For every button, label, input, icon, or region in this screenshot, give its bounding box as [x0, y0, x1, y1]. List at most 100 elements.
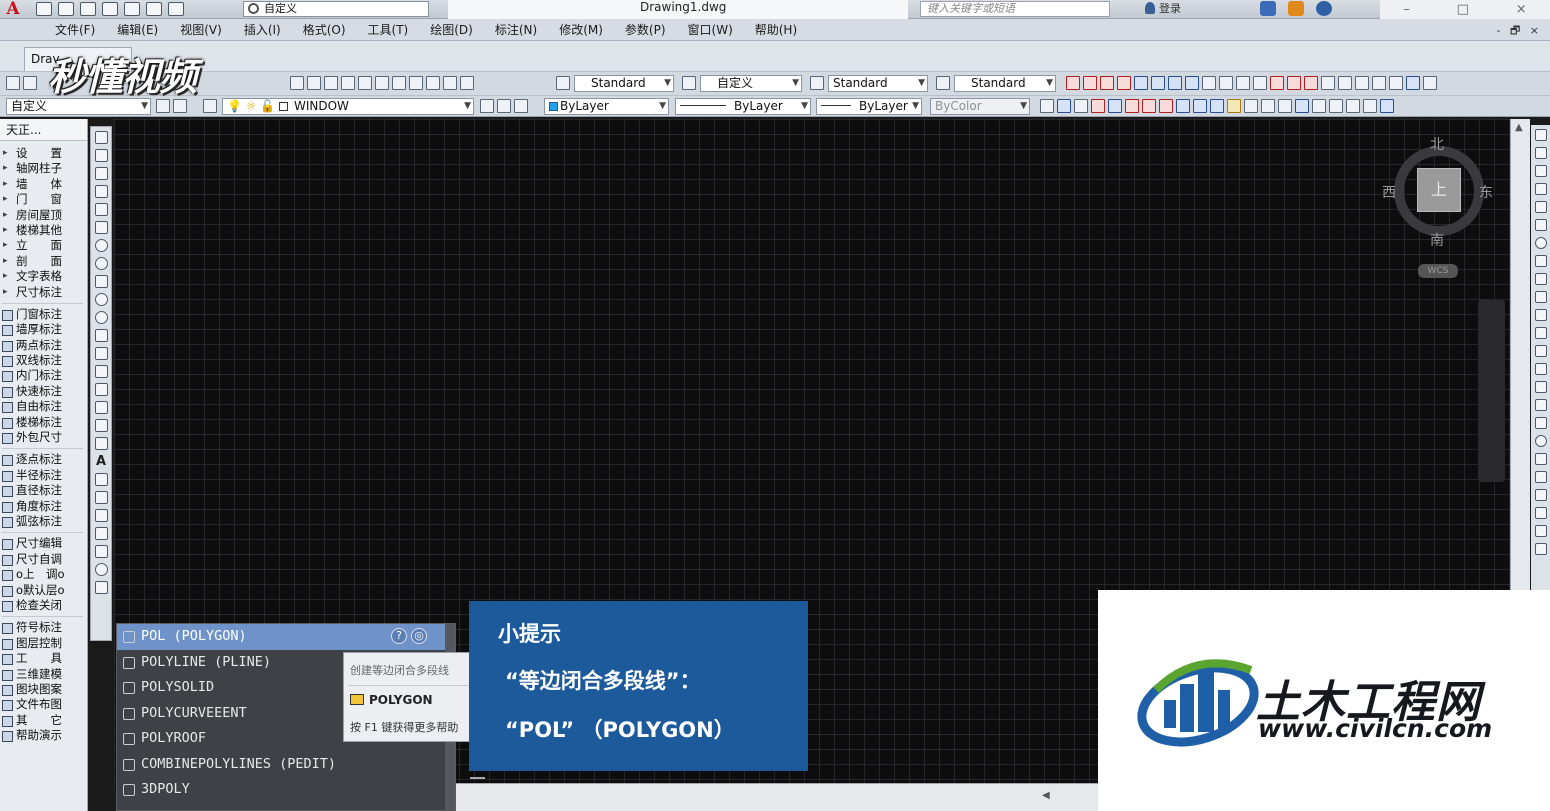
viewcube-top-face[interactable]: 上 [1417, 168, 1461, 212]
panel-menu-item[interactable]: 尺寸自调 [0, 552, 87, 567]
text-icon[interactable] [1346, 99, 1360, 113]
table-style-select[interactable]: Standard ▼ [828, 75, 928, 92]
panel-menu-item[interactable]: 设 置 [0, 146, 87, 161]
publish-icon[interactable] [1244, 99, 1258, 113]
menu-item[interactable]: 格式(O) [292, 23, 357, 37]
login-button[interactable]: 登录 [1145, 1, 1181, 17]
polyline-icon[interactable] [94, 167, 108, 180]
menu-item[interactable]: 标注(N) [484, 23, 548, 37]
gradient-icon[interactable] [1057, 99, 1071, 113]
menu-item[interactable]: 视图(V) [169, 23, 233, 37]
panel-menu-item[interactable]: 尺寸标注 [0, 285, 87, 300]
save-as-icon[interactable] [102, 2, 118, 16]
polygon-icon[interactable] [94, 185, 108, 198]
mass-icon[interactable] [1312, 99, 1326, 113]
erase-icon[interactable] [1534, 129, 1547, 141]
rotate-icon[interactable] [1534, 237, 1547, 249]
panel-menu-item[interactable]: 其 它 [0, 713, 87, 728]
menu-item[interactable]: 帮助(H) [744, 23, 808, 37]
line-icon[interactable] [94, 131, 108, 144]
view-save-icon[interactable] [173, 99, 187, 113]
ellipse-icon[interactable] [94, 293, 108, 306]
panel-menu-item[interactable]: 剖 面 [0, 254, 87, 269]
panel-menu-item[interactable]: 逐点标注 [0, 452, 87, 467]
offset-icon[interactable] [94, 545, 108, 558]
ordinate-icon[interactable] [1117, 76, 1131, 90]
panel-menu-item[interactable]: 外包尺寸 [0, 430, 87, 445]
zoom-previous-icon[interactable] [341, 76, 355, 90]
table-style-icon[interactable] [810, 76, 824, 90]
dim-edit-icon[interactable] [1355, 76, 1369, 90]
draw-order-text-icon[interactable] [1534, 525, 1547, 537]
draw-order-dims-icon[interactable] [1534, 543, 1547, 555]
calculator-icon[interactable] [443, 76, 457, 90]
sheet-set-icon[interactable] [409, 76, 423, 90]
wcs-menu[interactable]: WCS [1418, 264, 1458, 278]
dim-break-icon[interactable] [1270, 76, 1284, 90]
panel-menu-item[interactable]: 快速标注 [0, 384, 87, 399]
send-to-back-icon[interactable] [1534, 471, 1547, 483]
panel-menu-item[interactable]: 文字表格 [0, 269, 87, 284]
make-block-icon[interactable] [94, 347, 108, 360]
dim-style-select[interactable]: 自定义 ▼ [700, 75, 802, 92]
properties-icon[interactable] [358, 76, 372, 90]
plotstyle-select[interactable]: ByColor ▼ [930, 98, 1030, 115]
panel-menu-item[interactable]: 门窗标注 [0, 307, 87, 322]
extend-icon[interactable] [1534, 309, 1547, 321]
design-center-icon[interactable] [375, 76, 389, 90]
panel-menu-item[interactable]: 门 窗 [0, 192, 87, 207]
panel-menu-item[interactable]: 自由标注 [0, 399, 87, 414]
layer-state-icon[interactable] [514, 99, 528, 113]
quick-dim-icon[interactable] [1202, 76, 1216, 90]
viewcube[interactable]: 上 北 南 东 西 [1382, 134, 1494, 249]
panel-menu-item[interactable]: 墙 体 [0, 177, 87, 192]
panel-menu-item[interactable]: 半径标注 [0, 468, 87, 483]
break-icon[interactable] [1534, 345, 1547, 357]
panel-menu-item[interactable]: 直径标注 [0, 483, 87, 498]
minimize-icon[interactable]: – [1403, 2, 1410, 17]
search-input[interactable]: 键入关键字或短语 [920, 1, 1110, 17]
jogged-linear-icon[interactable] [1338, 76, 1352, 90]
menu-item[interactable]: 插入(I) [233, 23, 292, 37]
layout-icon[interactable] [1210, 99, 1224, 113]
menu-item[interactable]: 工具(T) [357, 23, 420, 37]
bring-above-icon[interactable] [1534, 489, 1547, 501]
hatch-icon[interactable] [94, 383, 108, 396]
compass-north[interactable]: 北 [1430, 134, 1444, 154]
field-icon[interactable] [1193, 99, 1207, 113]
panel-menu-item[interactable]: 弧弦标注 [0, 514, 87, 529]
multileader-style-icon[interactable] [936, 76, 950, 90]
panel-menu-item[interactable]: 轴网柱子 [0, 161, 87, 176]
chamfer-icon[interactable] [1534, 381, 1547, 393]
panel-menu-item[interactable]: 双线标注 [0, 353, 87, 368]
panel-menu-item[interactable]: 两点标注 [0, 338, 87, 353]
folder-icon[interactable] [1227, 99, 1241, 113]
lineweight-select[interactable]: ByLayer ▼ [816, 98, 922, 115]
revision-cloud-icon[interactable] [94, 257, 108, 270]
dim-text-edit-icon[interactable] [1372, 76, 1386, 90]
markup-icon[interactable] [426, 76, 440, 90]
blend-curves-icon[interactable] [1534, 417, 1547, 429]
fillet-icon[interactable] [1534, 399, 1547, 411]
scroll-up-icon[interactable]: ▲ [1515, 122, 1523, 133]
maximize-icon[interactable]: □ [1457, 2, 1469, 17]
document-window-controls[interactable]: - 🗗 × [1496, 22, 1542, 41]
autocomplete-item[interactable]: 3DPOLY [117, 777, 455, 803]
table-icon[interactable] [1091, 99, 1105, 113]
send-under-icon[interactable] [1534, 507, 1547, 519]
image-icon[interactable] [1142, 99, 1156, 113]
panel-menu-item[interactable]: 检查关闭 [0, 598, 87, 613]
scale-icon[interactable] [1534, 255, 1547, 267]
dim-space-icon[interactable] [1253, 76, 1267, 90]
menu-item[interactable]: 绘图(D) [419, 23, 484, 37]
search-icon[interactable]: ◎ [411, 628, 427, 644]
globe-icon[interactable] [1380, 99, 1394, 113]
block-icon[interactable] [1108, 99, 1122, 113]
angular-icon[interactable] [1185, 76, 1199, 90]
offset-icon[interactable] [1534, 183, 1547, 195]
distance-icon[interactable] [1278, 99, 1292, 113]
ole-icon[interactable] [1176, 99, 1190, 113]
dim-update-icon[interactable] [1389, 76, 1403, 90]
text-style-select[interactable]: Standard ▼ [574, 75, 674, 92]
diameter-icon[interactable] [1168, 76, 1182, 90]
